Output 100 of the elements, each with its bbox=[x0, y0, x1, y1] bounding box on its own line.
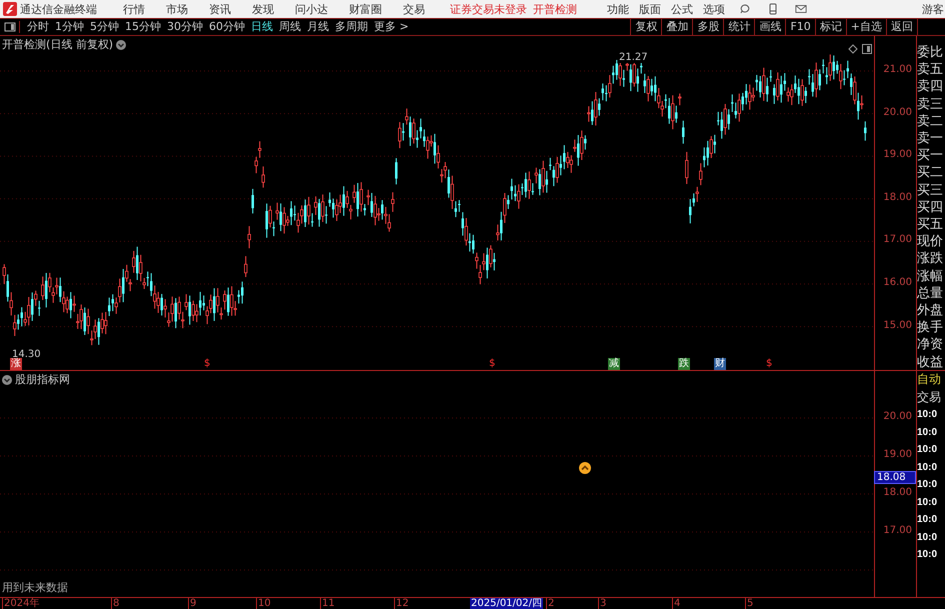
period-tab[interactable]: 分时 bbox=[24, 19, 52, 35]
menu-item[interactable]: 财富圈 bbox=[349, 2, 382, 16]
side-row-label: 自动 bbox=[917, 371, 942, 388]
price-axis-label: 16.00 bbox=[883, 277, 912, 288]
indicator-axis-label: 19.00 bbox=[883, 449, 912, 460]
panel-icon[interactable] bbox=[862, 44, 872, 54]
mail-icon[interactable] bbox=[795, 3, 807, 15]
time-axis-label: 10 bbox=[256, 598, 272, 609]
price-axis-label: 15.00 bbox=[883, 320, 912, 331]
period-tab[interactable]: 周线 bbox=[276, 19, 304, 35]
menu-item[interactable]: 版面 bbox=[639, 2, 661, 16]
event-marker[interactable]: 减 bbox=[608, 358, 620, 370]
dropdown-icon[interactable] bbox=[116, 40, 126, 50]
quote-label: 卖二 bbox=[917, 112, 944, 130]
price-axis-label: 21.00 bbox=[883, 64, 912, 75]
logo-icon bbox=[3, 2, 17, 16]
quote-label: 现价 bbox=[917, 233, 944, 250]
period-tab[interactable]: 30分钟 bbox=[164, 19, 206, 35]
quote-label: 买四 bbox=[917, 198, 944, 216]
period-tab[interactable]: 5分钟 bbox=[87, 19, 122, 35]
event-marker[interactable]: $ bbox=[765, 358, 774, 370]
quote-label: 涨幅 bbox=[917, 268, 944, 285]
diamond-icon[interactable] bbox=[848, 44, 858, 54]
time-axis-label: 4 bbox=[672, 598, 682, 609]
price-axis-label: 18.00 bbox=[883, 192, 912, 203]
quote-label: 净资 bbox=[917, 336, 944, 354]
menu-item[interactable]: 市场 bbox=[166, 2, 188, 16]
indicator-title: 股朋指标网 bbox=[15, 372, 70, 387]
quote-label: 外盘 bbox=[917, 302, 944, 320]
quote-label: 买三 bbox=[917, 182, 944, 199]
phone-icon[interactable] bbox=[767, 3, 779, 15]
period-tab[interactable]: 月线 bbox=[304, 19, 332, 35]
menu-item[interactable]: 发现 bbox=[252, 2, 274, 16]
indicator-axis-label: 18.00 bbox=[883, 487, 912, 498]
period-tab[interactable]: 多周期 bbox=[332, 19, 371, 35]
price-axis-label: 17.00 bbox=[883, 234, 912, 246]
event-marker[interactable]: 跌 bbox=[678, 358, 690, 370]
side-row-label: 10:0 bbox=[917, 478, 938, 492]
side-row-label: 10:0 bbox=[917, 408, 938, 422]
side-row-label: 10:0 bbox=[917, 443, 938, 457]
chart-title: 开普检测(日线 前复权) bbox=[2, 37, 114, 52]
period-tab[interactable]: 更多 > bbox=[371, 19, 412, 35]
quote-label: 卖三 bbox=[917, 96, 944, 113]
high-price-label: 21.27 bbox=[618, 52, 649, 63]
quote-label: 卖一 bbox=[917, 130, 944, 148]
time-axis-label: 3 bbox=[598, 598, 608, 609]
menu-item[interactable]: 交易 bbox=[403, 2, 425, 16]
period-tab[interactable]: 1分钟 bbox=[52, 19, 87, 35]
time-axis-label: 11 bbox=[320, 598, 336, 609]
login-status[interactable]: 证券交易未登录 bbox=[450, 2, 527, 16]
quote-label: 收益 bbox=[917, 354, 944, 370]
menu-item[interactable]: 问小达 bbox=[295, 2, 328, 16]
event-marker[interactable]: $ bbox=[488, 358, 496, 370]
dropdown-icon[interactable] bbox=[2, 374, 12, 384]
stock-name: 开普检测 bbox=[533, 2, 577, 16]
indicator-axis-label: 17.00 bbox=[883, 525, 912, 536]
cursor-value: 18.08 bbox=[874, 471, 916, 484]
event-marker[interactable]: 涨 bbox=[10, 358, 22, 370]
side-row-label: 10:0 bbox=[917, 548, 938, 562]
event-marker[interactable]: $ bbox=[203, 358, 212, 370]
side-row-label: 10:0 bbox=[917, 460, 938, 474]
up-signal-icon bbox=[579, 462, 591, 474]
menu-item[interactable]: 功能 bbox=[607, 2, 629, 16]
quote-label: 买五 bbox=[917, 216, 944, 234]
time-axis-label: 8 bbox=[111, 598, 120, 609]
event-marker[interactable]: 财 bbox=[714, 358, 726, 370]
time-axis-label: 2024年 bbox=[2, 598, 40, 609]
price-axis-label: 20.00 bbox=[883, 106, 912, 118]
quote-label: 涨跌 bbox=[917, 250, 944, 268]
time-axis-label: 2 bbox=[546, 598, 556, 609]
menu-item[interactable]: 公式 bbox=[671, 2, 693, 16]
period-tab[interactable]: 60分钟 bbox=[206, 19, 248, 35]
quote-label: 卖四 bbox=[917, 78, 944, 96]
menu-item[interactable]: 行情 bbox=[123, 2, 145, 16]
time-axis-label: 5 bbox=[745, 598, 754, 609]
side-row-label: 10:0 bbox=[917, 496, 938, 510]
footnote: 用到未来数据 bbox=[2, 580, 68, 595]
quote-label: 总量 bbox=[917, 284, 944, 302]
time-axis-label: 2025/01/02/四 bbox=[470, 598, 544, 609]
menu-item[interactable]: 选项 bbox=[703, 2, 725, 16]
side-row-label: 10:0 bbox=[917, 513, 938, 527]
panel-toggle-icon[interactable] bbox=[4, 21, 20, 33]
period-tab[interactable]: 15分钟 bbox=[122, 19, 164, 35]
time-axis-label: 12 bbox=[394, 598, 410, 609]
quote-label: 换手 bbox=[917, 319, 944, 336]
user-label[interactable]: 游客 bbox=[922, 2, 944, 16]
indicator-axis-label: 20.00 bbox=[883, 411, 912, 422]
side-row-label: 10:0 bbox=[917, 426, 938, 440]
quote-label: 委比 bbox=[917, 44, 944, 62]
side-row-label: 10:0 bbox=[917, 530, 938, 544]
chat-icon[interactable] bbox=[739, 3, 751, 15]
quote-label: 买一 bbox=[917, 147, 944, 164]
period-tab[interactable]: 日线 bbox=[248, 19, 276, 35]
side-row-label: 交易 bbox=[917, 388, 942, 406]
app-name: 通达信金融终端 bbox=[20, 2, 97, 16]
time-axis-label: 9 bbox=[188, 598, 198, 609]
price-axis-label: 19.00 bbox=[883, 149, 912, 160]
quote-label: 买二 bbox=[917, 164, 944, 182]
quote-label: 卖五 bbox=[917, 61, 944, 78]
menu-item[interactable]: 资讯 bbox=[209, 2, 231, 16]
